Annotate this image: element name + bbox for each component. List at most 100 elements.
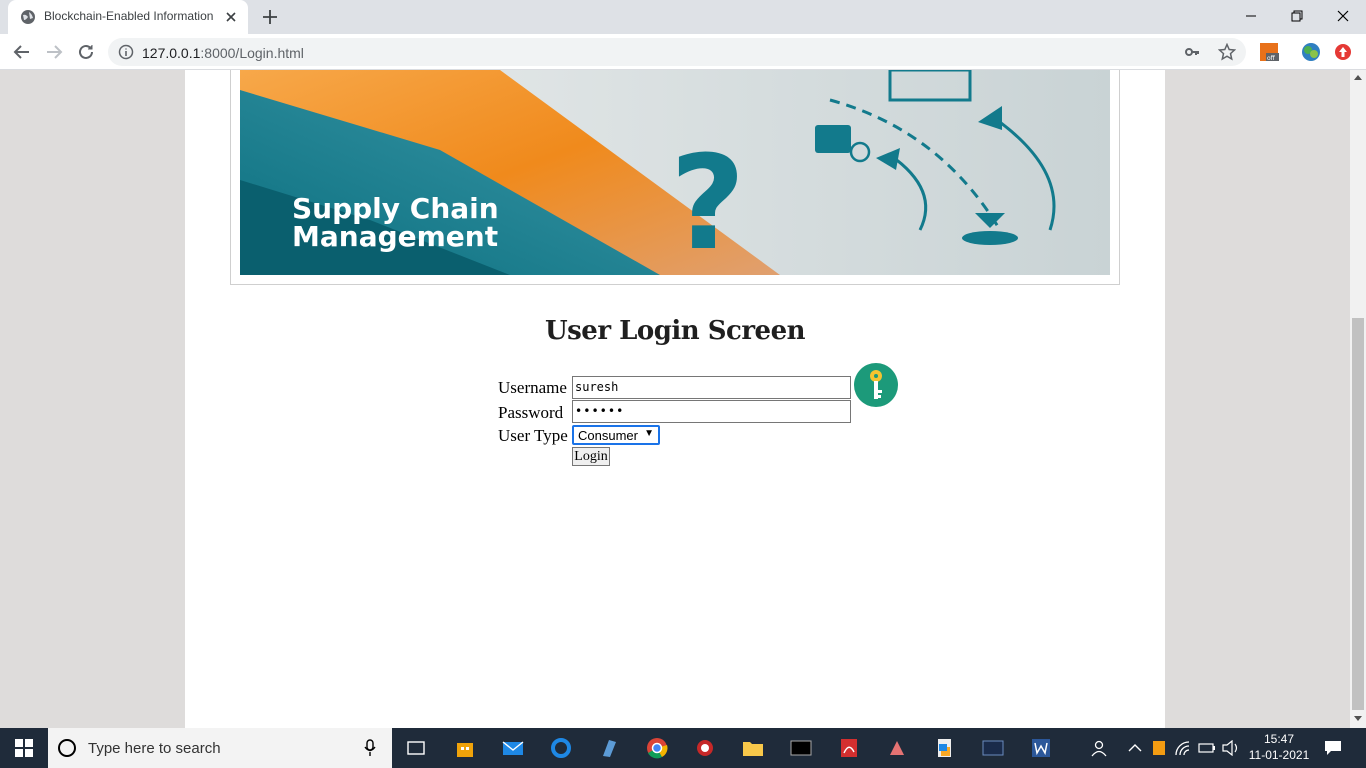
chevron-up-icon [1128, 744, 1142, 752]
taskbar-file-explorer[interactable] [740, 736, 766, 760]
star-icon[interactable] [1218, 43, 1236, 61]
scroll-thumb[interactable] [1352, 318, 1364, 710]
extension-globe-icon [1302, 43, 1320, 61]
tools-icon [890, 741, 904, 755]
usertype-selected-value: Consumer [578, 428, 638, 443]
notification-icon [1325, 741, 1341, 755]
people-icon [1091, 740, 1107, 757]
browser-tab[interactable]: Blockchain-Enabled Information [8, 0, 248, 34]
taskbar-app-red[interactable] [692, 736, 718, 760]
new-tab-icon[interactable] [262, 9, 278, 25]
username-input[interactable]: suresh [572, 376, 851, 399]
close-icon [1337, 10, 1349, 22]
password-input[interactable]: •••••• [572, 400, 851, 423]
show-hidden-icons-button[interactable] [1122, 736, 1148, 760]
scroll-down-icon[interactable] [1354, 716, 1362, 722]
restore-button[interactable] [1274, 0, 1320, 32]
microphone-icon[interactable] [364, 739, 376, 757]
people-button[interactable] [1086, 736, 1112, 760]
action-center-button[interactable] [1320, 736, 1346, 760]
minimize-icon [1246, 15, 1256, 17]
page-scrollbar[interactable] [1350, 70, 1366, 728]
windows-logo-icon [15, 739, 33, 757]
taskbar-mysql[interactable] [980, 736, 1006, 760]
banner-frame: ? Supply Chain Management [230, 70, 1120, 285]
python-file-icon [938, 739, 951, 757]
task-view-icon [407, 741, 425, 755]
close-window-button[interactable] [1320, 0, 1366, 32]
notes-icon [603, 740, 616, 757]
taskbar-store[interactable] [452, 736, 478, 760]
taskbar-mail[interactable] [500, 736, 526, 760]
page-title: User Login Screen [544, 316, 806, 346]
wifi-icon [1175, 741, 1190, 756]
globe-icon [21, 10, 35, 24]
task-view-button[interactable] [403, 736, 429, 760]
extension-off-button[interactable]: off [1259, 42, 1279, 62]
network-button[interactable] [1170, 736, 1196, 760]
minimize-button[interactable] [1228, 0, 1274, 32]
cortana-circle-icon [58, 739, 76, 757]
battery-icon [1198, 743, 1215, 753]
pdf-icon [841, 739, 857, 757]
taskbar-search-box[interactable]: Type here to search [48, 728, 392, 768]
close-tab-icon[interactable] [224, 10, 238, 24]
taskbar-word[interactable] [1028, 736, 1054, 760]
url-path: :8000/Login.html [200, 45, 304, 61]
key-badge-icon [854, 363, 898, 407]
banner-image: ? Supply Chain Management [240, 70, 1110, 275]
browser-toolbar: 127.0.0.1:8000/Login.html off [0, 34, 1366, 70]
forward-button[interactable] [44, 42, 64, 62]
extension-globe-button[interactable] [1301, 42, 1321, 62]
info-icon[interactable] [118, 44, 134, 60]
tab-title: Blockchain-Enabled Information [44, 9, 214, 23]
mail-icon [502, 741, 524, 755]
arrow-left-icon [13, 45, 29, 59]
terminal-icon [790, 740, 812, 756]
restore-icon [1291, 10, 1303, 22]
taskbar-acrobat[interactable] [836, 736, 862, 760]
tray-app[interactable] [1146, 736, 1172, 760]
extension-update-button[interactable] [1333, 42, 1353, 62]
search-placeholder: Type here to search [88, 740, 221, 757]
volume-button[interactable] [1218, 736, 1244, 760]
key-icon[interactable] [1184, 44, 1200, 60]
battery-button[interactable] [1194, 736, 1220, 760]
tray-app-icon [1153, 741, 1165, 755]
browser-tabstrip: Blockchain-Enabled Information [0, 0, 1366, 34]
taskbar-terminal[interactable] [788, 736, 814, 760]
login-button[interactable]: Login [572, 447, 610, 466]
extension-off-icon: off [1260, 43, 1279, 62]
taskbar-python[interactable] [932, 736, 958, 760]
speaker-icon [1222, 740, 1238, 756]
app-red-icon [697, 740, 713, 756]
usertype-select[interactable]: Consumer ▼ [572, 425, 660, 445]
taskbar: Type here to search 15:47 11-01-2021 [0, 728, 1366, 768]
back-button[interactable] [12, 42, 32, 62]
page-viewport: ? Supply Chain Management User Login Scr… [0, 70, 1350, 728]
clock-time: 15:47 [1263, 732, 1295, 746]
username-label: Username [498, 378, 567, 397]
store-icon [457, 743, 473, 757]
taskbar-app-notes[interactable] [596, 736, 622, 760]
reload-icon [79, 44, 93, 59]
address-bar[interactable]: 127.0.0.1:8000/Login.html [108, 38, 1246, 66]
taskbar-chrome[interactable] [644, 736, 670, 760]
password-label: Password [498, 403, 564, 422]
start-button[interactable] [11, 736, 37, 760]
word-icon [1032, 739, 1050, 757]
banner-question-mark: ? [670, 127, 745, 275]
taskbar-clock[interactable]: 15:47 11-01-2021 [1243, 731, 1315, 763]
reload-button[interactable] [76, 42, 96, 62]
clock-date: 11-01-2021 [1248, 748, 1310, 762]
url-host: 127.0.0.1 [142, 45, 201, 61]
svg-text:off: off [1267, 55, 1276, 62]
scroll-up-icon[interactable] [1354, 74, 1362, 80]
dropdown-arrow-icon: ▼ [644, 428, 654, 439]
taskbar-app-tools[interactable] [884, 736, 910, 760]
url-text: 127.0.0.1:8000/Login.html [142, 45, 304, 61]
mysql-icon [982, 740, 1004, 756]
taskbar-edge[interactable] [548, 736, 574, 760]
arrow-up-icon [1335, 44, 1351, 60]
arrow-right-icon [47, 45, 63, 59]
